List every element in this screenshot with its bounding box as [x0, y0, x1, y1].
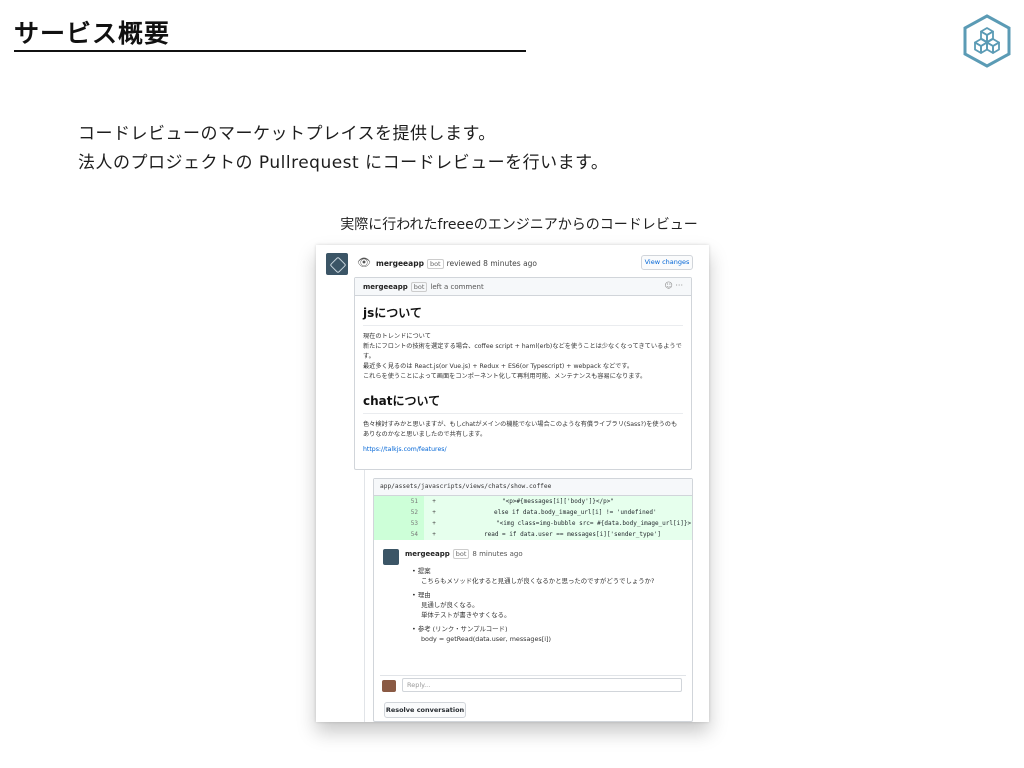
thread-reply: mergeeappbot8 minutes ago 提案 こちらもメソッド化する…	[374, 540, 692, 665]
description-line-1: コードレビューのマーケットプレイスを提供します。	[78, 124, 496, 144]
diff-row: 54 + read = if data.user == messages[i]['s…	[374, 529, 692, 540]
heading-js: jsについて	[363, 304, 683, 326]
code-line: read = if data.user == messages[i]['send…	[484, 531, 662, 538]
screenshot-caption: 実際に行われたfreeeのエンジニアからのコードレビュー	[340, 217, 698, 233]
diff-sign: +	[432, 509, 436, 516]
js-line: 最近多く見るのは React.js(or Vue.js) + Redux + E…	[363, 363, 634, 370]
line-number[interactable]: 52	[374, 507, 424, 518]
js-line: これらを使うことによって画面をコンポーネント化して再利用可能、メンテナンスも容易…	[363, 373, 647, 380]
resolve-conversation-button[interactable]: Resolve conversation	[384, 702, 466, 718]
code-line: "<img class=img-bubble src= #{data.body_…	[496, 520, 692, 527]
bullet-item: 提案 こちらもメソッド化すると見通しが良くなるかと思ったのですがどうでしょうか?	[412, 566, 655, 586]
comment-action: left a comment	[430, 283, 484, 291]
file-path[interactable]: app/assets/javascripts/views/chats/show.…	[374, 479, 692, 496]
bullet-text: 見通しが良くなる。	[421, 601, 479, 609]
bullet-item: 理由 見通しが良くなる。 単体テストが書きやすくなる。	[412, 590, 654, 620]
mergee-avatar	[383, 549, 399, 565]
mergee-avatar	[326, 253, 348, 275]
reply-body: 提案 こちらもメソッド化すると見通しが良くなるかと思ったのですがどうでしょうか?…	[412, 562, 655, 644]
diff-hunk: 51 + "<p>#{messages[i]['body']}</p>" 52 + el…	[374, 496, 692, 540]
reply-input[interactable]: Reply...	[402, 678, 682, 692]
title-underline	[14, 50, 526, 52]
reaction-menu-icon[interactable]: ☺ ···	[664, 281, 683, 290]
eye-icon: 👁	[357, 256, 371, 269]
code-line: else if data.body_image_url[i] != 'undef…	[494, 509, 657, 516]
view-changes-button[interactable]: View changes	[641, 255, 693, 270]
diff-sign: +	[432, 531, 436, 538]
bullet-heading: 理由	[412, 590, 654, 600]
diff-row: 51 + "<p>#{messages[i]['body']}</p>"	[374, 496, 692, 507]
review-text: reviewed 8 minutes ago	[446, 259, 538, 268]
description-line-2: 法人のプロジェクトの Pullrequest にコードレビューを行います。	[78, 153, 609, 173]
js-line: 新たにフロントの技術を選定する場合、coffee script + haml(e…	[363, 343, 682, 360]
diff-row: 52 + else if data.body_image_url[i] != 'un…	[374, 507, 692, 518]
chat-paragraph: 色々検討すみかと思いますが、もしchatがメインの機能でない場合このような有償ラ…	[363, 421, 678, 438]
bullet-heading: 参考 (リンク・サンプルコード)	[412, 624, 654, 634]
review-user[interactable]: mergeeapp	[376, 259, 424, 268]
diff-row: 53 + "<img class=img-bubble src= #{data.bo…	[374, 518, 692, 529]
reply-meta: mergeeapp bot 8 minutes ago	[405, 549, 523, 559]
cube-logo-icon	[963, 14, 1011, 68]
comment-user[interactable]: mergeeapp	[363, 283, 408, 291]
bot-badge: bot	[426, 259, 444, 269]
line-number[interactable]: 53	[374, 518, 424, 529]
comment-body: jsについて 現在のトレンドについて 新たにフロントの技術を選定する場合、cof…	[355, 296, 691, 459]
review-thread: app/assets/javascripts/views/chats/show.…	[373, 478, 693, 722]
user-avatar	[382, 680, 396, 692]
reply-bar: Reply...	[380, 675, 686, 693]
code-review-screenshot: 👁 mergeeapp bot reviewed 8 minutes ago Vie…	[316, 245, 709, 722]
talkjs-link[interactable]: https://talkjs.com/features/	[363, 446, 683, 453]
bullet-text: こちらもメソッド化すると見通しが良くなるかと思ったのですがどうでしょうか?	[421, 577, 655, 585]
bullet-text: body = getRead(data.user, messages[i])	[421, 635, 551, 643]
comment-header: mergeeapp bot left a comment ☺ ···	[355, 278, 691, 296]
bullet-heading: 提案	[412, 566, 654, 576]
bullet-item: 参考 (リンク・サンプルコード) body = getRead(data.use…	[412, 624, 654, 644]
js-line: 現在のトレンドについて	[363, 333, 431, 340]
line-number[interactable]: 54	[374, 529, 424, 540]
reply-time: 8 minutes ago	[472, 550, 523, 558]
line-number[interactable]: 51	[374, 496, 424, 507]
review-comment: mergeeapp bot left a comment ☺ ··· jsについて …	[354, 277, 692, 470]
bullet-text: 単体テストが書きやすくなる。	[421, 611, 511, 619]
diff-sign: +	[432, 520, 436, 527]
reply-user[interactable]: mergeeapp	[405, 550, 450, 558]
code-line: "<p>#{messages[i]['body']}</p>"	[502, 498, 614, 505]
heading-chat: chatについて	[363, 392, 683, 414]
slide-title: サービス概要	[14, 19, 171, 48]
bot-badge: bot	[452, 549, 470, 559]
js-paragraph: 現在のトレンドについて 新たにフロントの技術を選定する場合、coffee scr…	[363, 332, 683, 382]
diff-sign: +	[432, 498, 436, 505]
review-event: mergeeapp bot reviewed 8 minutes ago	[376, 259, 537, 269]
bot-badge: bot	[410, 282, 428, 292]
